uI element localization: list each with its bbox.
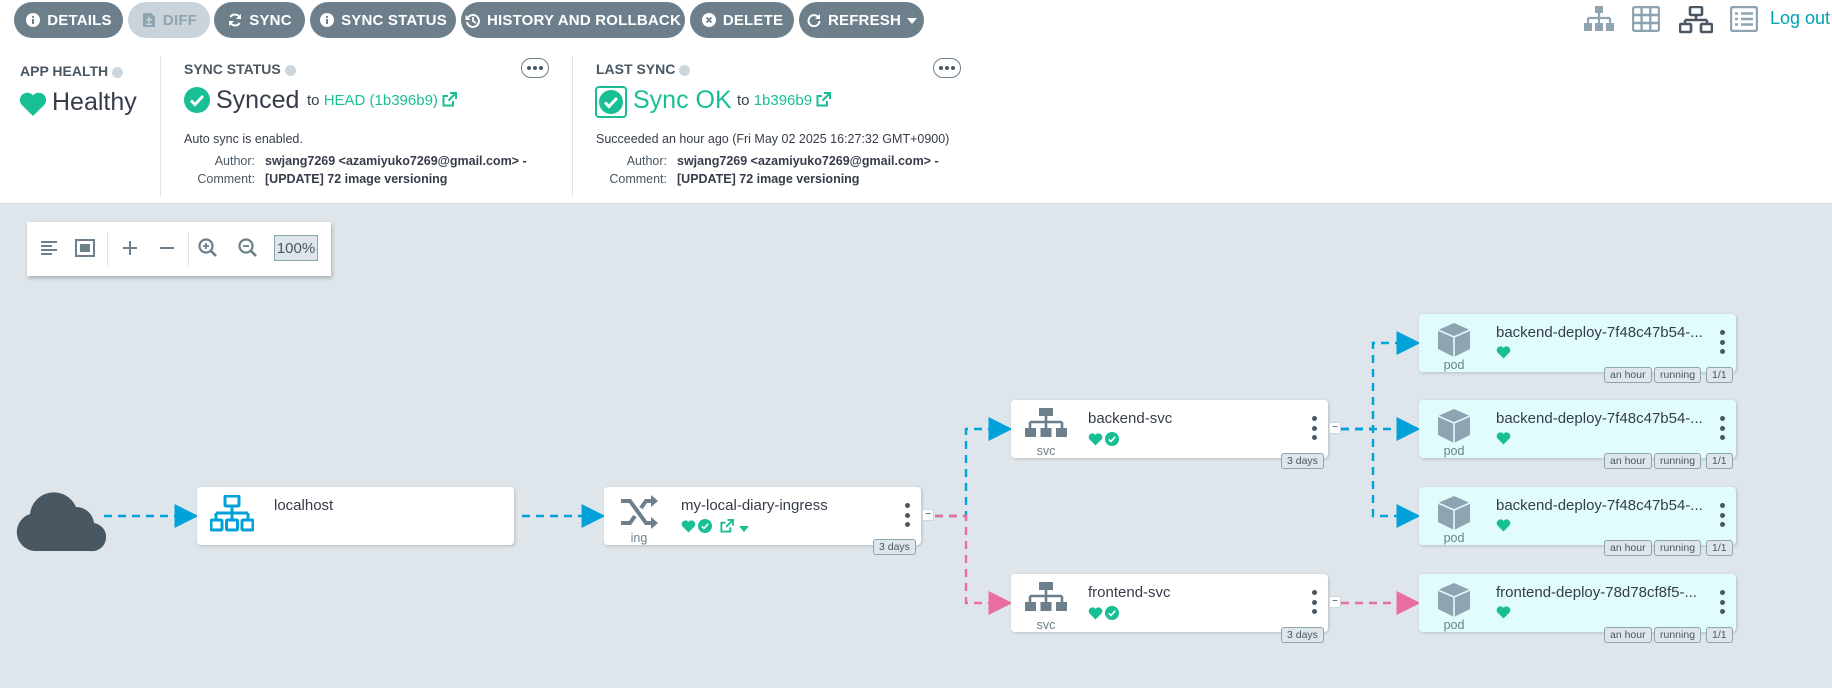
age-tag: an hour — [1604, 540, 1652, 556]
age-tag: an hour — [1604, 453, 1652, 469]
check-circle-icon — [1105, 432, 1119, 451]
collapse-toggle[interactable]: − — [1329, 422, 1341, 434]
node-status — [1496, 519, 1511, 537]
pod-icon — [1429, 582, 1479, 622]
heart-icon — [1088, 432, 1103, 451]
heart-icon — [1496, 606, 1511, 624]
edge — [1341, 331, 1421, 431]
edge — [935, 514, 1013, 615]
node-menu-button[interactable] — [1310, 416, 1318, 440]
collapse-toggle[interactable]: − — [1329, 596, 1341, 608]
edge — [935, 417, 1013, 518]
node-pod[interactable]: pod frontend-deploy-78d78cf8f5-... — [1419, 574, 1736, 632]
network-icon — [207, 495, 257, 535]
node-name: my-local-diary-ingress — [681, 497, 828, 514]
pod-icon — [1429, 322, 1479, 362]
caret-down-icon[interactable] — [739, 520, 749, 538]
node-name: backend-deploy-7f48c47b54-... — [1496, 497, 1703, 514]
ready-tag: 1/1 — [1706, 540, 1733, 556]
status-tag: running — [1654, 540, 1702, 556]
node-name: frontend-svc — [1088, 584, 1171, 601]
node-backend-svc[interactable]: svc backend-svc — [1011, 400, 1328, 458]
node-status — [681, 519, 749, 538]
node-menu-button[interactable] — [903, 503, 911, 527]
node-kind: pod — [1443, 618, 1465, 632]
node-kind: pod — [1443, 531, 1465, 545]
status-tag: running — [1654, 453, 1702, 469]
heart-icon — [681, 519, 696, 538]
node-status — [1088, 432, 1119, 451]
node-name: backend-deploy-7f48c47b54-... — [1496, 324, 1703, 341]
node-menu-button[interactable] — [1718, 330, 1726, 354]
heart-icon — [1496, 519, 1511, 537]
node-name: frontend-deploy-78d78cf8f5-... — [1496, 584, 1697, 601]
edge — [1341, 427, 1421, 528]
status-tag: running — [1654, 367, 1702, 383]
node-kind: ing — [630, 531, 648, 545]
service-icon — [1021, 582, 1071, 622]
pod-icon — [1429, 495, 1479, 535]
node-pod[interactable]: pod backend-deploy-7f48c47b54-... — [1419, 487, 1736, 545]
node-menu-button[interactable] — [1718, 590, 1726, 614]
node-name: localhost — [274, 497, 334, 514]
heart-icon — [1088, 606, 1103, 625]
node-pod[interactable]: pod backend-deploy-7f48c47b54-... — [1419, 314, 1736, 372]
node-name: backend-svc — [1088, 410, 1173, 427]
node-menu-button[interactable] — [1718, 503, 1726, 527]
heart-icon — [1496, 346, 1511, 364]
node-ingress[interactable]: ing my-local-diary-ingress — [604, 487, 921, 545]
node-kind: svc — [1036, 444, 1056, 458]
node-kind: svc — [1036, 618, 1056, 632]
collapse-toggle[interactable]: − — [922, 509, 934, 521]
check-circle-icon — [698, 519, 712, 538]
node-frontend-svc[interactable]: svc frontend-svc — [1011, 574, 1328, 632]
service-icon — [1021, 408, 1071, 448]
node-menu-button[interactable] — [1310, 590, 1318, 614]
ready-tag: 1/1 — [1706, 367, 1733, 383]
cloud-icon — [14, 487, 107, 558]
ready-tag: 1/1 — [1706, 453, 1733, 469]
status-tag: running — [1654, 627, 1702, 643]
node-status — [1088, 606, 1119, 625]
node-menu-button[interactable] — [1718, 416, 1726, 440]
node-pod[interactable]: pod backend-deploy-7f48c47b54-... — [1419, 400, 1736, 458]
node-kind: pod — [1443, 444, 1465, 458]
ready-tag: 1/1 — [1706, 627, 1733, 643]
age-tag: an hour — [1604, 627, 1652, 643]
pod-icon — [1429, 408, 1479, 448]
node-status — [1496, 606, 1511, 624]
external-link-icon[interactable] — [720, 519, 734, 538]
ingress-icon — [614, 495, 664, 535]
node-name: backend-deploy-7f48c47b54-... — [1496, 410, 1703, 427]
age-tag: an hour — [1604, 367, 1652, 383]
check-circle-icon — [1105, 606, 1119, 625]
age-tag: 3 days — [1281, 627, 1324, 643]
node-status — [1496, 432, 1511, 450]
heart-icon — [1496, 432, 1511, 450]
node-status — [1496, 346, 1511, 364]
node-localhost[interactable]: localhost — [197, 487, 514, 545]
node-kind: pod — [1443, 358, 1465, 372]
age-tag: 3 days — [873, 539, 916, 555]
age-tag: 3 days — [1281, 453, 1324, 469]
